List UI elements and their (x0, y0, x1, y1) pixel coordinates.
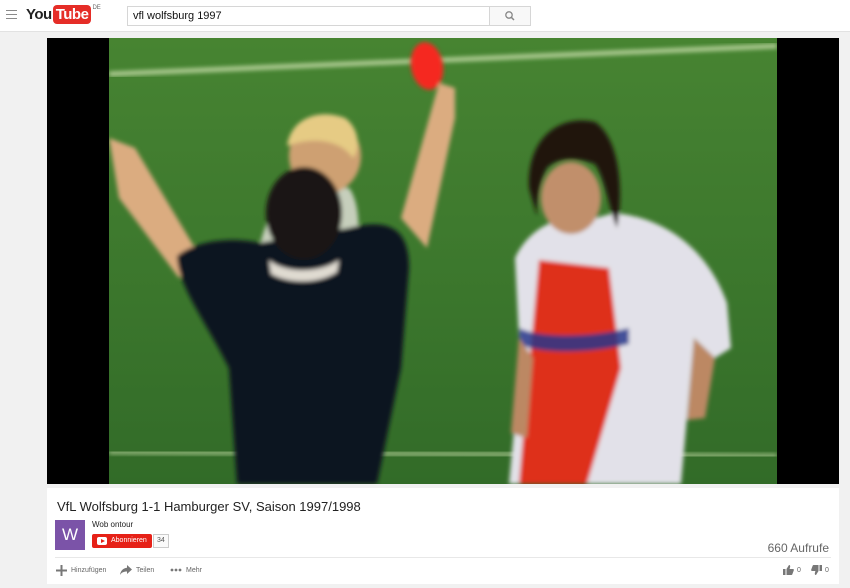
menu-icon[interactable] (6, 10, 17, 19)
youtube-logo[interactable]: You Tube DE (26, 5, 101, 25)
subscriber-count: 34 (153, 534, 169, 548)
youtube-play-icon (97, 537, 107, 545)
thumbs-down-icon (811, 565, 822, 575)
add-label: Hinzufügen (71, 566, 107, 574)
masthead: You Tube DE vfl wolfsburg 1997 (0, 0, 850, 32)
video-still-image (109, 38, 777, 484)
like-button[interactable]: 0 (783, 563, 801, 577)
video-player[interactable] (47, 38, 839, 484)
add-icon (56, 564, 67, 576)
dislike-button[interactable]: 0 (811, 563, 829, 577)
search-icon (505, 11, 515, 21)
thumbs-up-icon (783, 565, 794, 575)
divider (55, 557, 831, 558)
share-button[interactable]: Teilen (120, 563, 154, 577)
logo-tube-text: Tube (52, 5, 92, 24)
video-title: VfL Wolfsburg 1-1 Hamburger SV, Saison 1… (57, 499, 361, 514)
share-label: Teilen (136, 566, 155, 574)
video-frame[interactable] (109, 38, 777, 484)
search-button[interactable] (489, 6, 531, 26)
logo-region-code: DE (92, 5, 101, 11)
more-button[interactable]: Mehr (170, 563, 202, 577)
logo-you-text: You (26, 6, 52, 23)
channel-avatar[interactable]: W (55, 520, 85, 550)
search-input[interactable]: vfl wolfsburg 1997 (127, 6, 492, 26)
subscribe-button[interactable]: Abonnieren (92, 534, 152, 548)
video-info-panel: VfL Wolfsburg 1-1 Hamburger SV, Saison 1… (47, 488, 839, 584)
channel-name[interactable]: Wob ontour (92, 520, 133, 529)
more-label: Mehr (186, 566, 202, 574)
more-icon (170, 568, 182, 572)
view-count: 660 Aufrufe (767, 541, 829, 555)
share-icon (120, 565, 132, 575)
add-to-button[interactable]: Hinzufügen (56, 563, 106, 577)
subscribe-label: Abonnieren (111, 537, 147, 544)
like-count: 0 (797, 566, 801, 574)
dislike-count: 0 (825, 566, 829, 574)
